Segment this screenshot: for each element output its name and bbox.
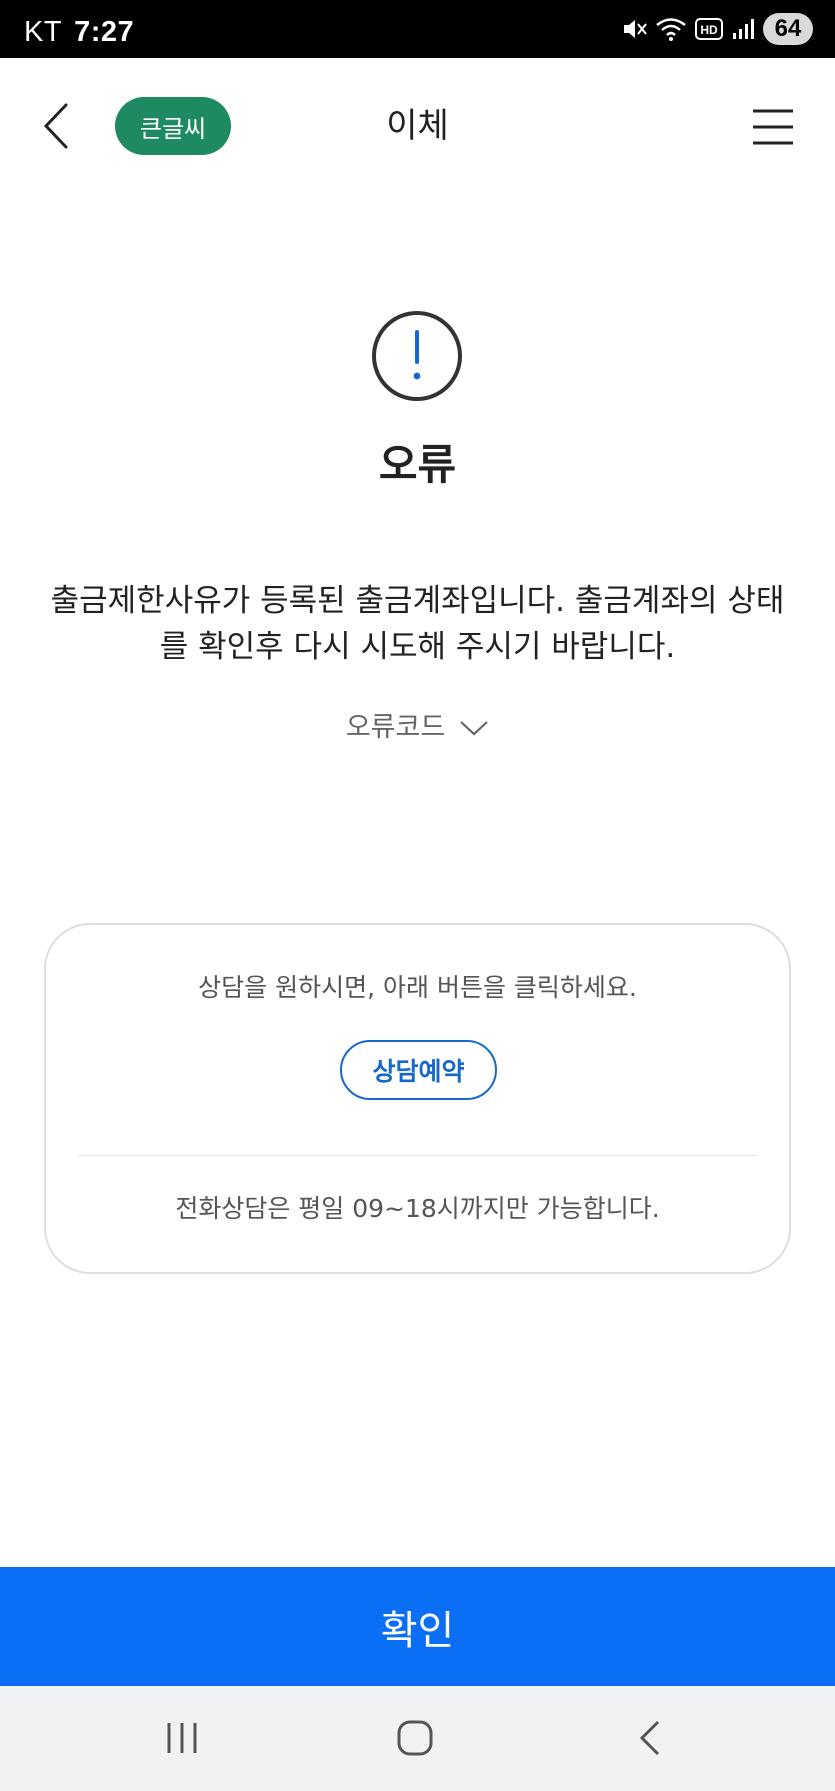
consult-card: 상담을 원하시면, 아래 버튼을 클릭하세요. 상담예약 전화상담은 평일 09…: [44, 923, 791, 1274]
wifi-icon: [656, 18, 686, 41]
big-font-toggle-button[interactable]: 큰글씨: [115, 97, 231, 155]
hd-icon: HD: [695, 18, 723, 40]
exclamation-circle-icon: [372, 311, 462, 401]
back-button[interactable]: [36, 98, 76, 154]
chevron-left-icon: [43, 103, 68, 149]
back-icon: [639, 1720, 660, 1756]
consult-hours-text: 전화상담은 평일 09~18시까지만 가능합니다.: [175, 1194, 660, 1223]
recent-apps-icon: [167, 1723, 197, 1753]
error-message-line: 출금제한사유가 등록된 출금계좌입니다. 출금계좌의 상태: [50, 583, 785, 619]
status-carrier-time: KT 7:27: [24, 18, 134, 47]
divider: [78, 1155, 757, 1156]
error-message: 출금제한사유가 등록된 출금계좌입니다. 출금계좌의 상태 를 확인후 다시 시…: [40, 578, 795, 670]
consult-guide-text: 상담을 원하시면, 아래 버튼을 클릭하세요.: [198, 973, 637, 1002]
status-bar: KT 7:27 HD 64: [0, 0, 835, 58]
clock: 7:27: [74, 16, 135, 48]
system-nav-bar: [0, 1686, 835, 1791]
app-header: 큰글씨 이체: [0, 58, 835, 198]
consult-reservation-button[interactable]: 상담예약: [340, 1040, 497, 1100]
confirm-button[interactable]: 확인: [0, 1567, 835, 1686]
hamburger-menu-icon: [753, 109, 793, 145]
svg-text:HD: HD: [700, 23, 718, 37]
chevron-down-icon: [460, 721, 488, 736]
home-button[interactable]: [385, 1713, 445, 1763]
error-code-toggle[interactable]: 오류코드: [0, 708, 835, 748]
system-back-button[interactable]: [620, 1713, 680, 1763]
mute-icon: [624, 20, 647, 38]
carrier-label: KT: [24, 16, 62, 48]
error-message-line: 를 확인후 다시 시도해 주시기 바랍니다.: [159, 629, 676, 665]
menu-button[interactable]: [751, 108, 795, 146]
home-icon: [397, 1720, 433, 1756]
battery-icon: 64: [763, 13, 813, 45]
signal-icon: [733, 19, 754, 39]
error-code-label: 오류코드: [345, 712, 446, 743]
error-title: 오류: [378, 440, 457, 489]
status-icons: HD 64: [621, 12, 813, 46]
recent-apps-button[interactable]: [152, 1713, 212, 1763]
